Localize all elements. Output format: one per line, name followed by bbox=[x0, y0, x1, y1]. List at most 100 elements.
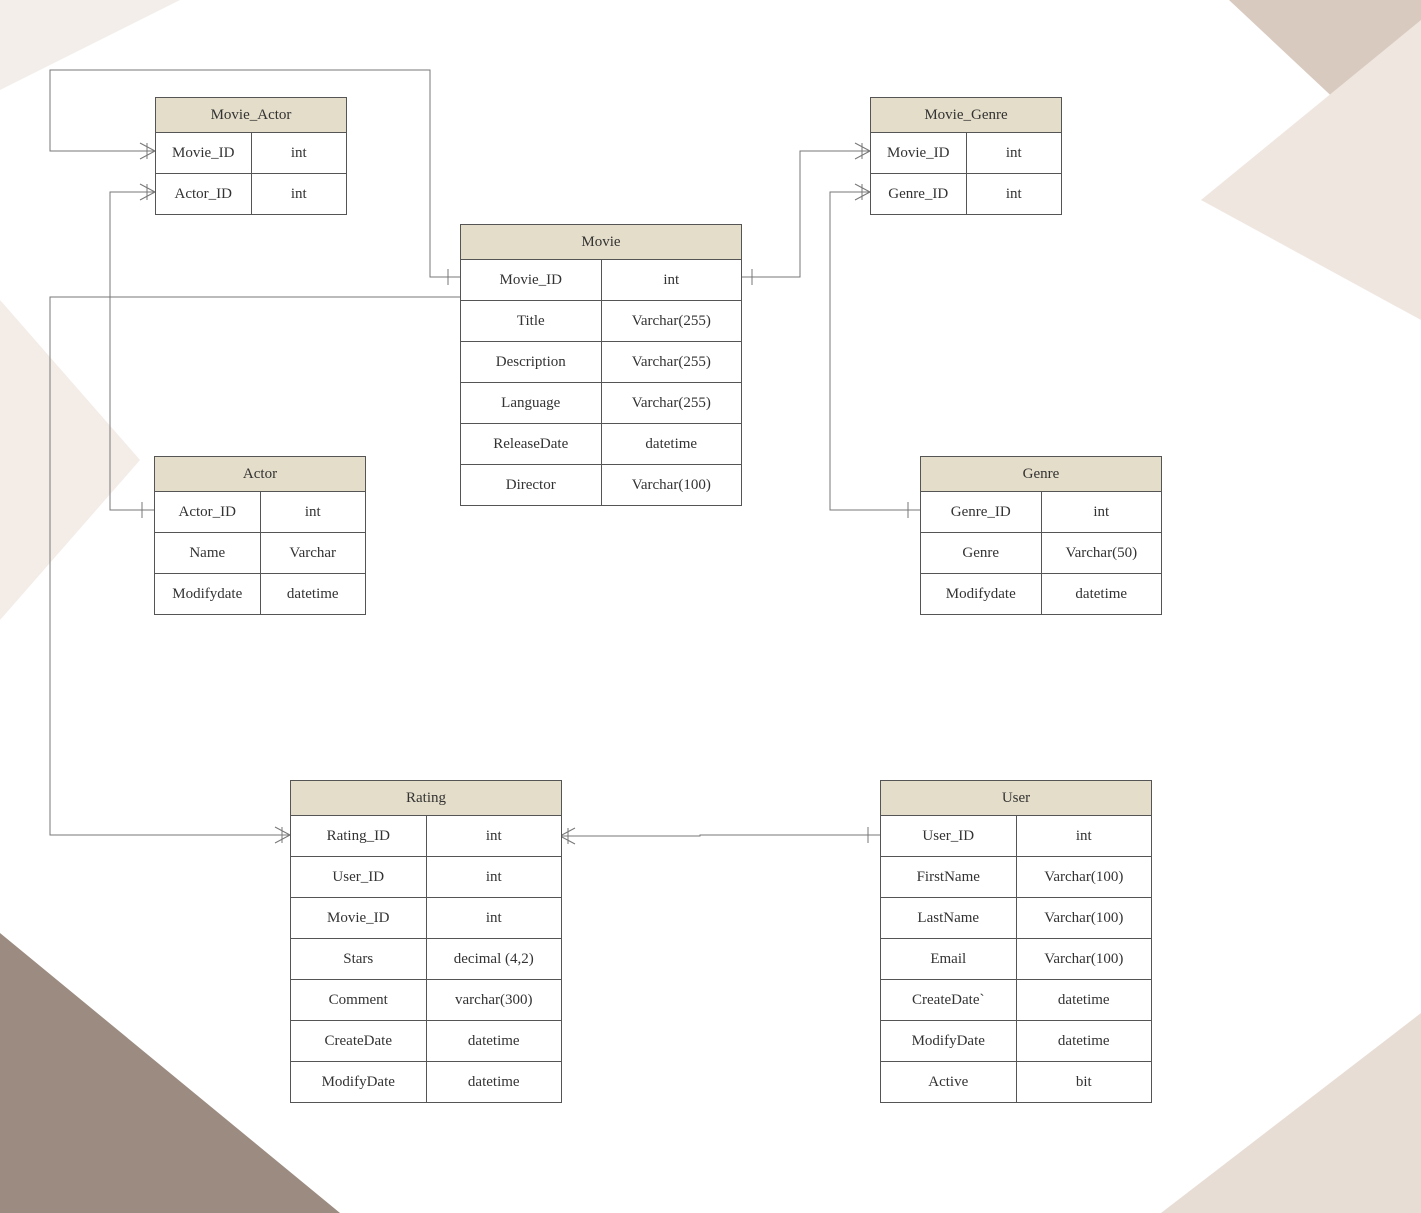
field-name: CreateDate bbox=[291, 1021, 427, 1061]
field-name: Movie_ID bbox=[871, 133, 967, 173]
table-row: Comment varchar(300) bbox=[291, 980, 561, 1021]
table-row: User_ID int bbox=[881, 816, 1151, 857]
table-row: Modifydate datetime bbox=[921, 574, 1161, 614]
table-row: Active bit bbox=[881, 1062, 1151, 1102]
table-row: Director Varchar(100) bbox=[461, 465, 741, 505]
field-name: Name bbox=[155, 533, 261, 573]
field-type: int bbox=[602, 260, 742, 300]
field-type: datetime bbox=[1017, 1021, 1152, 1061]
field-name: ModifyDate bbox=[291, 1062, 427, 1102]
field-type: int bbox=[252, 174, 347, 214]
table-row: Email Varchar(100) bbox=[881, 939, 1151, 980]
entity-title: Actor bbox=[155, 457, 365, 492]
table-row: Genre_ID int bbox=[871, 174, 1061, 214]
field-type: datetime bbox=[427, 1062, 562, 1102]
field-name: Modifydate bbox=[921, 574, 1042, 614]
table-row: Description Varchar(255) bbox=[461, 342, 741, 383]
table-row: Genre_ID int bbox=[921, 492, 1161, 533]
field-name: Genre_ID bbox=[871, 174, 967, 214]
field-type: Varchar(100) bbox=[1017, 939, 1152, 979]
field-name: Movie_ID bbox=[291, 898, 427, 938]
entity-genre[interactable]: Genre Genre_ID int Genre Varchar(50) Mod… bbox=[920, 456, 1162, 615]
field-type: int bbox=[967, 174, 1062, 214]
field-name: Comment bbox=[291, 980, 427, 1020]
field-name: User_ID bbox=[291, 857, 427, 897]
field-name: Rating_ID bbox=[291, 816, 427, 856]
field-type: int bbox=[261, 492, 366, 532]
field-type: Varchar bbox=[261, 533, 366, 573]
field-name: LastName bbox=[881, 898, 1017, 938]
entity-title: Rating bbox=[291, 781, 561, 816]
field-name: Movie_ID bbox=[156, 133, 252, 173]
field-type: datetime bbox=[261, 574, 366, 614]
field-name: Language bbox=[461, 383, 602, 423]
table-row: Actor_ID int bbox=[155, 492, 365, 533]
field-type: int bbox=[427, 816, 562, 856]
field-name: Modifydate bbox=[155, 574, 261, 614]
entity-rating[interactable]: Rating Rating_ID int User_ID int Movie_I… bbox=[290, 780, 562, 1103]
field-name: CreateDate` bbox=[881, 980, 1017, 1020]
field-type: Varchar(100) bbox=[1017, 857, 1152, 897]
table-row: Title Varchar(255) bbox=[461, 301, 741, 342]
field-type: int bbox=[252, 133, 347, 173]
entity-title: Genre bbox=[921, 457, 1161, 492]
field-type: datetime bbox=[1042, 574, 1162, 614]
field-name: Actor_ID bbox=[155, 492, 261, 532]
field-type: int bbox=[1017, 816, 1152, 856]
entity-movie-actor[interactable]: Movie_Actor Movie_ID int Actor_ID int bbox=[155, 97, 347, 215]
field-type: Varchar(100) bbox=[602, 465, 742, 505]
bg-triangle bbox=[0, 300, 140, 620]
table-row: Genre Varchar(50) bbox=[921, 533, 1161, 574]
entity-title: Movie_Actor bbox=[156, 98, 346, 133]
field-type: decimal (4,2) bbox=[427, 939, 562, 979]
table-row: CreateDate datetime bbox=[291, 1021, 561, 1062]
table-row: Movie_ID int bbox=[156, 133, 346, 174]
field-name: Stars bbox=[291, 939, 427, 979]
field-type: varchar(300) bbox=[427, 980, 562, 1020]
field-name: Email bbox=[881, 939, 1017, 979]
table-row: FirstName Varchar(100) bbox=[881, 857, 1151, 898]
field-type: Varchar(100) bbox=[1017, 898, 1152, 938]
entity-movie[interactable]: Movie Movie_ID int Title Varchar(255) De… bbox=[460, 224, 742, 506]
field-name: Active bbox=[881, 1062, 1017, 1102]
table-row: ModifyDate datetime bbox=[291, 1062, 561, 1102]
entity-user[interactable]: User User_ID int FirstName Varchar(100) … bbox=[880, 780, 1152, 1103]
entity-title: Movie_Genre bbox=[871, 98, 1061, 133]
entity-actor[interactable]: Actor Actor_ID int Name Varchar Modifyda… bbox=[154, 456, 366, 615]
field-type: int bbox=[967, 133, 1062, 173]
entity-movie-genre[interactable]: Movie_Genre Movie_ID int Genre_ID int bbox=[870, 97, 1062, 215]
field-name: ReleaseDate bbox=[461, 424, 602, 464]
field-name: Actor_ID bbox=[156, 174, 252, 214]
field-type: int bbox=[427, 857, 562, 897]
field-type: bit bbox=[1017, 1062, 1152, 1102]
table-row: User_ID int bbox=[291, 857, 561, 898]
field-name: Director bbox=[461, 465, 602, 505]
field-type: int bbox=[1042, 492, 1162, 532]
table-row: Name Varchar bbox=[155, 533, 365, 574]
table-row: Movie_ID int bbox=[871, 133, 1061, 174]
field-name: User_ID bbox=[881, 816, 1017, 856]
table-row: Modifydate datetime bbox=[155, 574, 365, 614]
field-name: Genre_ID bbox=[921, 492, 1042, 532]
bg-triangle bbox=[1161, 1013, 1421, 1213]
table-row: Actor_ID int bbox=[156, 174, 346, 214]
field-type: Varchar(255) bbox=[602, 383, 742, 423]
table-row: LastName Varchar(100) bbox=[881, 898, 1151, 939]
field-type: datetime bbox=[1017, 980, 1152, 1020]
table-row: Stars decimal (4,2) bbox=[291, 939, 561, 980]
table-row: Movie_ID int bbox=[461, 260, 741, 301]
table-row: Movie_ID int bbox=[291, 898, 561, 939]
field-type: Varchar(50) bbox=[1042, 533, 1162, 573]
field-name: Movie_ID bbox=[461, 260, 602, 300]
field-name: ModifyDate bbox=[881, 1021, 1017, 1061]
field-name: Genre bbox=[921, 533, 1042, 573]
field-name: Title bbox=[461, 301, 602, 341]
table-row: ReleaseDate datetime bbox=[461, 424, 741, 465]
bg-triangle bbox=[0, 0, 180, 90]
field-type: datetime bbox=[427, 1021, 562, 1061]
table-row: Language Varchar(255) bbox=[461, 383, 741, 424]
entity-title: User bbox=[881, 781, 1151, 816]
table-row: Rating_ID int bbox=[291, 816, 561, 857]
field-type: Varchar(255) bbox=[602, 342, 742, 382]
bg-triangle bbox=[0, 933, 340, 1213]
